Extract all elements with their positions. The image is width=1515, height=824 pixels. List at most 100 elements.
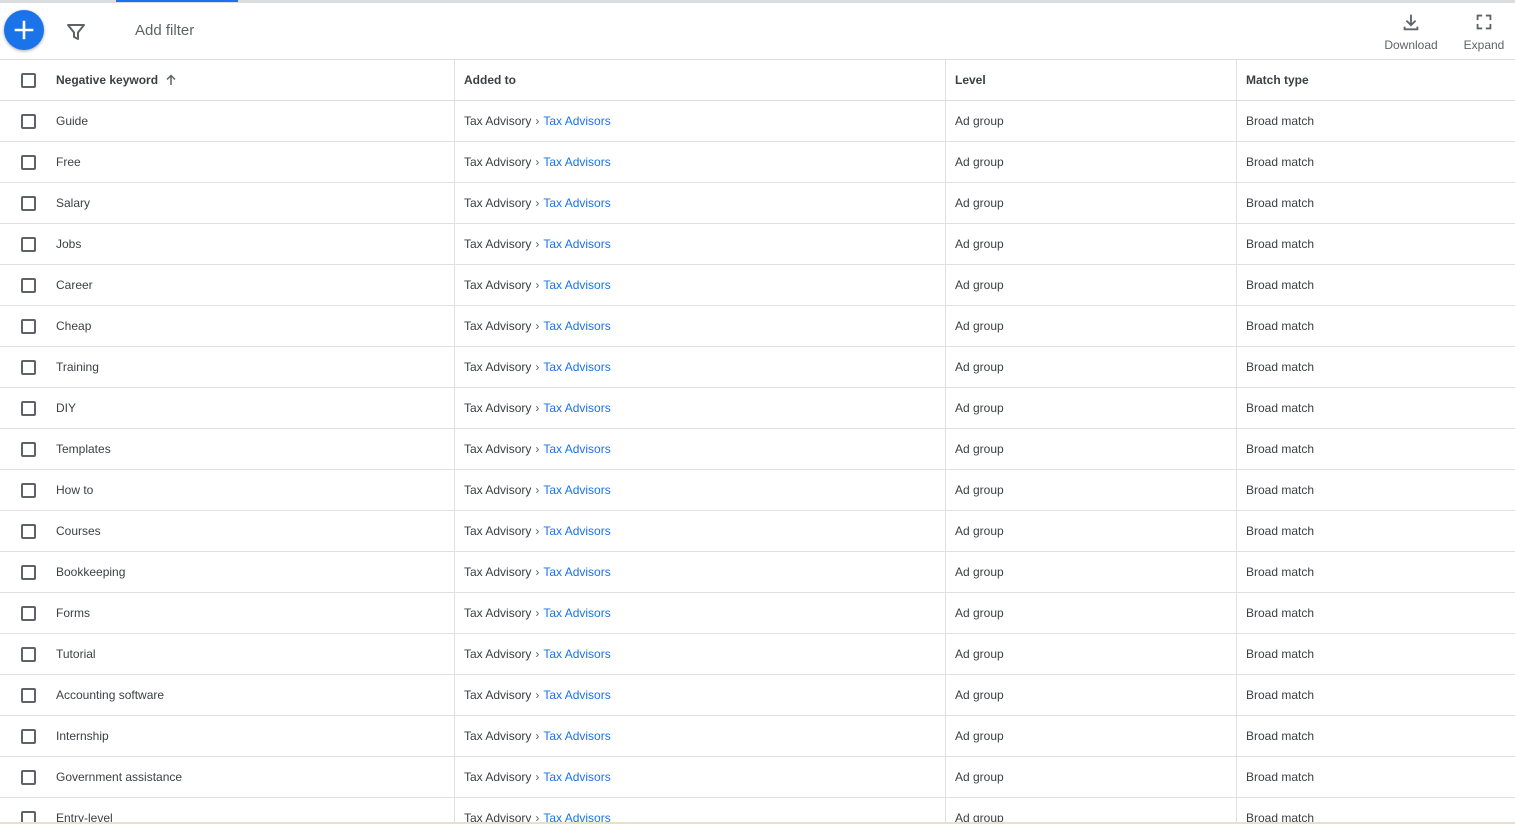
keyword-text: Guide [56, 114, 89, 128]
level-cell: Ad group [945, 306, 1236, 346]
row-checkbox[interactable] [20, 687, 36, 703]
match-type-cell: Broad match [1236, 101, 1515, 141]
row-checkbox[interactable] [20, 236, 36, 252]
fullscreen-icon [1476, 14, 1492, 30]
table-row: Forms Tax Advisory › Tax Advisors Ad gro… [0, 593, 1515, 634]
ad-group-link[interactable]: Tax Advisors [543, 442, 610, 456]
row-checkbox[interactable] [20, 113, 36, 129]
row-checkbox[interactable] [20, 564, 36, 580]
row-checkbox[interactable] [20, 646, 36, 662]
row-select-cell [0, 306, 55, 346]
added-to-cell: Tax Advisory › Tax Advisors [454, 552, 945, 592]
row-select-cell [0, 101, 55, 141]
row-checkbox[interactable] [20, 277, 36, 293]
ad-group-link[interactable]: Tax Advisors [543, 237, 610, 251]
ad-group-link[interactable]: Tax Advisors [543, 155, 610, 169]
match-type-cell: Broad match [1236, 224, 1515, 264]
ad-group-link[interactable]: Tax Advisors [543, 688, 610, 702]
column-header-added-to[interactable]: Added to [454, 60, 945, 100]
ad-group-link[interactable]: Tax Advisors [543, 647, 610, 661]
row-checkbox[interactable] [20, 728, 36, 744]
campaign-name: Tax Advisory [464, 155, 532, 169]
row-checkbox[interactable] [20, 400, 36, 416]
table-row: Salary Tax Advisory › Tax Advisors Ad gr… [0, 183, 1515, 224]
ad-group-link[interactable]: Tax Advisors [543, 196, 610, 210]
ad-group-link[interactable]: Tax Advisors [543, 565, 610, 579]
expand-button[interactable]: Expand [1458, 11, 1510, 52]
keyword-text: Courses [56, 524, 101, 538]
ad-group-link[interactable]: Tax Advisors [543, 401, 610, 415]
campaign-name: Tax Advisory [464, 278, 532, 292]
row-select-cell [0, 224, 55, 264]
added-to-cell: Tax Advisory › Tax Advisors [454, 675, 945, 715]
row-checkbox[interactable] [20, 359, 36, 375]
table-row: DIY Tax Advisory › Tax Advisors Ad group… [0, 388, 1515, 429]
ad-group-link[interactable]: Tax Advisors [543, 278, 610, 292]
column-header-level[interactable]: Level [945, 60, 1236, 100]
row-checkbox[interactable] [20, 154, 36, 170]
download-button[interactable]: Download [1378, 11, 1444, 52]
row-select-cell [0, 183, 55, 223]
row-checkbox[interactable] [20, 605, 36, 621]
campaign-name: Tax Advisory [464, 196, 532, 210]
campaign-name: Tax Advisory [464, 729, 532, 743]
table-toolbar: Add filter Download Expand [0, 3, 1515, 60]
match-type-text: Broad match [1246, 278, 1315, 292]
row-checkbox[interactable] [20, 318, 36, 334]
added-to-cell: Tax Advisory › Tax Advisors [454, 183, 945, 223]
table-body: Guide Tax Advisory › Tax Advisors Ad gro… [0, 101, 1515, 824]
breadcrumb-separator: › [535, 155, 540, 169]
added-to-cell: Tax Advisory › Tax Advisors [454, 798, 945, 824]
match-type-text: Broad match [1246, 688, 1315, 702]
breadcrumb-separator: › [535, 237, 540, 251]
row-select-cell [0, 388, 55, 428]
level-cell: Ad group [945, 388, 1236, 428]
keyword-text: How to [56, 483, 94, 497]
table-row: Jobs Tax Advisory › Tax Advisors Ad grou… [0, 224, 1515, 265]
campaign-name: Tax Advisory [464, 770, 532, 784]
row-checkbox[interactable] [20, 482, 36, 498]
breadcrumb-separator: › [535, 524, 540, 538]
ad-group-link[interactable]: Tax Advisors [543, 770, 610, 784]
add-negative-keyword-button[interactable] [4, 10, 44, 50]
ad-group-link[interactable]: Tax Advisors [543, 319, 610, 333]
row-checkbox[interactable] [20, 441, 36, 457]
select-all-checkbox[interactable] [20, 72, 36, 88]
table-row: Courses Tax Advisory › Tax Advisors Ad g… [0, 511, 1515, 552]
level-text: Ad group [955, 729, 1004, 743]
select-all-cell [0, 60, 55, 100]
level-text: Ad group [955, 606, 1004, 620]
column-header-match-type[interactable]: Match type [1236, 60, 1515, 100]
keyword-cell: Training [56, 347, 454, 387]
ad-group-link[interactable]: Tax Advisors [543, 729, 610, 743]
table-row: Cheap Tax Advisory › Tax Advisors Ad gro… [0, 306, 1515, 347]
ad-group-link[interactable]: Tax Advisors [543, 483, 610, 497]
ad-group-link[interactable]: Tax Advisors [543, 606, 610, 620]
added-to-cell: Tax Advisory › Tax Advisors [454, 634, 945, 674]
row-checkbox[interactable] [20, 769, 36, 785]
added-to-cell: Tax Advisory › Tax Advisors [454, 101, 945, 141]
ad-group-link[interactable]: Tax Advisors [543, 360, 610, 374]
row-select-cell [0, 142, 55, 182]
breadcrumb-separator: › [535, 770, 540, 784]
match-type-text: Broad match [1246, 442, 1315, 456]
keyword-cell: Internship [56, 716, 454, 756]
row-checkbox[interactable] [20, 523, 36, 539]
added-to-cell: Tax Advisory › Tax Advisors [454, 224, 945, 264]
ad-group-link[interactable]: Tax Advisors [543, 524, 610, 538]
add-filter-button[interactable]: Add filter [135, 22, 194, 39]
level-cell: Ad group [945, 347, 1236, 387]
arrow-up-icon[interactable] [164, 73, 178, 87]
keyword-text: Free [56, 155, 81, 169]
filter-icon[interactable] [64, 20, 88, 44]
row-checkbox[interactable] [20, 195, 36, 211]
added-to-cell: Tax Advisory › Tax Advisors [454, 347, 945, 387]
keyword-cell: Courses [56, 511, 454, 551]
keyword-cell: Bookkeeping [56, 552, 454, 592]
row-select-cell [0, 265, 55, 305]
column-header-keyword[interactable]: Negative keyword [56, 60, 454, 100]
keyword-text: DIY [56, 401, 77, 415]
breadcrumb-separator: › [535, 401, 540, 415]
level-text: Ad group [955, 196, 1004, 210]
ad-group-link[interactable]: Tax Advisors [543, 114, 610, 128]
